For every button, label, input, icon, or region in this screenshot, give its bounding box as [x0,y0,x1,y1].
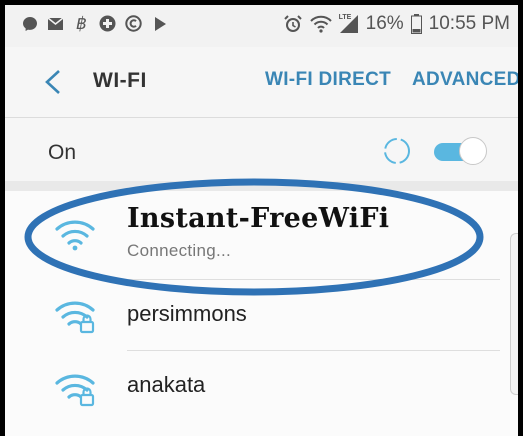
switch-knob [459,137,487,165]
wifi-switch[interactable] [432,135,488,167]
bitcoin-icon: ฿ [76,13,87,34]
chevron-left-icon [45,70,60,94]
mail-icon [47,15,64,32]
clock: 10:55 PM [428,13,510,34]
status-bar: ฿ LTE 16% 10:55 PM [5,5,518,47]
battery-percent: 16% [365,13,404,34]
lte-label: LTE [338,14,352,21]
play-icon [151,15,168,32]
signal-icon: LTE [339,14,359,34]
notification-icons: ฿ [21,13,168,34]
wifi-toggle-row[interactable]: On [5,118,518,181]
app-bar: WI-FI WI-FI DIRECT ADVANCED [5,47,518,117]
wifi-direct-button[interactable]: WI-FI DIRECT [265,69,391,91]
network-list: Instant-FreeWiFi Connecting... persimmon… [5,191,518,436]
loading-spinner-icon [384,138,410,164]
wifi-locked-icon [55,301,95,334]
advanced-button[interactable]: ADVANCED [412,69,518,91]
list-item[interactable]: persimmons [5,280,518,350]
toggle-label: On [48,141,77,164]
system-indicators: LTE 16% 10:55 PM [283,13,510,35]
section-gap [5,181,518,191]
network-name: persimmons [127,301,247,326]
back-button[interactable] [41,69,65,95]
plus-icon [99,15,116,32]
messenger-icon [21,15,38,32]
battery-icon [410,14,422,34]
scrollbar[interactable] [510,233,518,395]
wifi-status-icon [309,15,332,33]
page-title: WI-FI [93,69,147,92]
list-item[interactable]: anakata [5,351,518,423]
network-name: anakata [127,372,206,397]
copyright-icon [125,15,142,32]
screen: ฿ LTE 16% 10:55 PM WI-FI WI-FI DIRECT AD… [5,5,518,436]
wifi-locked-icon [55,374,95,407]
list-item[interactable]: Instant-FreeWiFi Connecting... [5,191,518,279]
network-name: Instant-FreeWiFi [127,203,390,234]
network-status: Connecting... [127,241,232,260]
alarm-icon [283,14,303,34]
wifi-signal-icon [55,220,95,251]
